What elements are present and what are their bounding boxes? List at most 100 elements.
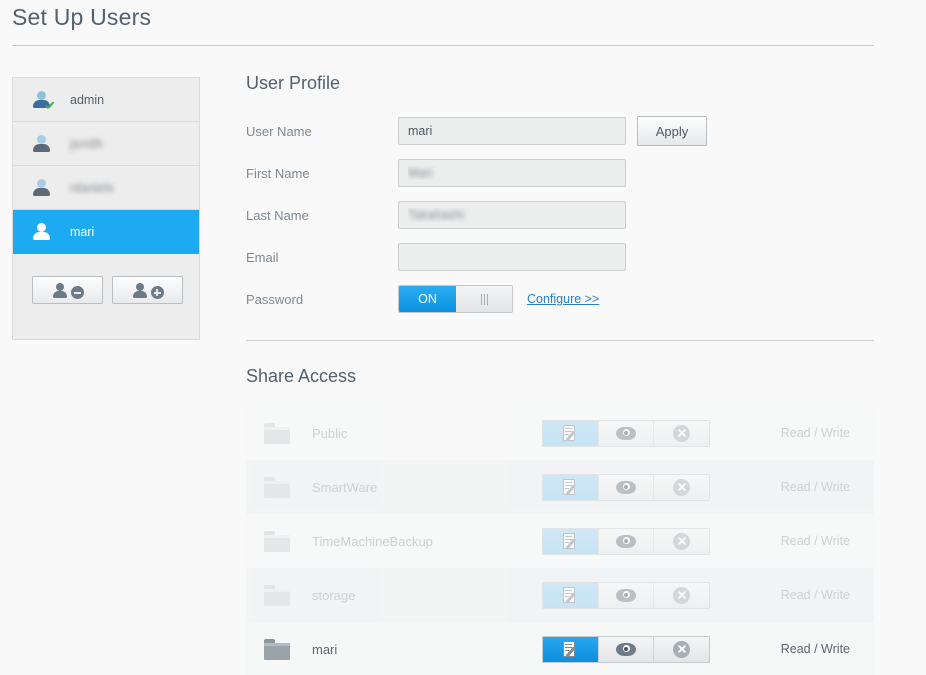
user-list-item[interactable]: rdaniels (13, 166, 199, 210)
permission-write-button[interactable] (543, 474, 599, 500)
write-icon (562, 478, 578, 496)
permission-write-button[interactable] (543, 528, 599, 554)
field-label: Email (246, 249, 279, 265)
share-access-list: Public Read / Write SmartWare Read / Write T… (246, 406, 874, 675)
verified-check-icon (44, 101, 55, 112)
remove-user-button[interactable] (32, 276, 103, 304)
permission-write-button[interactable] (543, 636, 599, 662)
access-level-label: Read / Write (780, 480, 850, 494)
form-row: Email (246, 236, 874, 278)
permission-deny-button[interactable] (654, 582, 709, 608)
page-title: Set Up Users (12, 4, 152, 30)
permission-read-button[interactable] (598, 582, 655, 608)
eye-icon (616, 480, 636, 494)
apply-button[interactable]: Apply (637, 116, 707, 146)
permission-deny-button[interactable] (654, 636, 709, 662)
deny-icon (673, 586, 691, 604)
user-list-item-label: mari (70, 224, 95, 239)
write-icon (562, 586, 578, 604)
access-level-label: Read / Write (780, 642, 850, 656)
permission-group (542, 581, 710, 609)
permission-group (542, 527, 710, 555)
password-toggle[interactable]: ON (398, 285, 513, 313)
deny-icon (673, 478, 691, 496)
user-list-item[interactable]: mari (13, 210, 199, 254)
access-level-label: Read / Write (780, 588, 850, 602)
folder-icon (264, 476, 290, 498)
user-profile-title: User Profile (246, 73, 341, 93)
form-row: First Name (246, 152, 874, 194)
permission-deny-button[interactable] (654, 528, 709, 554)
section-divider (246, 340, 874, 341)
user-list: admin jsmith rdaniels mari (12, 77, 200, 254)
add-user-button[interactable] (112, 276, 183, 304)
permission-read-button[interactable] (598, 636, 655, 662)
folder-icon (264, 584, 290, 606)
share-access-row[interactable]: Public Read / Write (246, 406, 874, 460)
person-icon (52, 282, 68, 299)
field-label: First Name (246, 165, 310, 181)
deny-icon (673, 424, 691, 442)
share-name: SmartWare (312, 479, 378, 495)
permission-group (542, 473, 710, 501)
permission-write-button[interactable] (543, 420, 599, 446)
permission-read-button[interactable] (598, 528, 655, 554)
configure-password-link[interactable]: Configure >> (527, 292, 599, 306)
user-list-item[interactable]: jsmith (13, 122, 199, 166)
share-access-row[interactable]: storage Read / Write (246, 568, 874, 622)
toggle-handle[interactable] (456, 286, 512, 312)
permission-write-button[interactable] (543, 582, 599, 608)
field-input[interactable] (398, 201, 626, 229)
deny-icon (673, 532, 691, 550)
permission-group (542, 635, 710, 663)
permission-deny-button[interactable] (654, 420, 709, 446)
share-access-title: Share Access (246, 366, 357, 386)
password-row: Password ON Configure >> (246, 278, 874, 320)
share-access-row[interactable]: mari Read / Write (246, 622, 874, 675)
share-access-row[interactable]: TimeMachineBackup Read / Write (246, 514, 874, 568)
user-avatar-icon (31, 132, 53, 156)
write-icon (562, 532, 578, 550)
write-icon (562, 424, 578, 442)
field-input[interactable] (398, 117, 626, 145)
user-list-item-label: admin (70, 92, 105, 107)
form-row: User Name Apply (246, 110, 874, 152)
user-list-item-label: jsmith (70, 136, 103, 151)
folder-icon (264, 530, 290, 552)
share-name: Public (312, 425, 348, 441)
user-avatar-icon (31, 176, 53, 200)
permission-group (542, 419, 710, 447)
field-label: User Name (246, 123, 312, 139)
deny-icon (673, 640, 691, 658)
permission-read-button[interactable] (598, 474, 655, 500)
field-label: Last Name (246, 207, 309, 223)
write-icon (562, 640, 578, 658)
access-level-label: Read / Write (780, 534, 850, 548)
share-name: mari (312, 641, 338, 657)
eye-icon (616, 642, 636, 656)
eye-icon (616, 588, 636, 602)
permission-read-button[interactable] (598, 420, 655, 446)
share-name: TimeMachineBackup (312, 533, 433, 549)
share-access-row[interactable]: SmartWare Read / Write (246, 460, 874, 514)
form-row: Last Name (246, 194, 874, 236)
field-input[interactable] (398, 159, 626, 187)
main-content: User Profile User Name Apply First Name Las… (246, 73, 874, 675)
user-list-item-label: rdaniels (70, 180, 114, 195)
minus-icon (70, 286, 84, 299)
user-avatar-icon (31, 220, 53, 244)
user-profile-form: User Name Apply First Name Last Name Email (246, 110, 874, 278)
user-list-item[interactable]: admin (13, 78, 199, 122)
permission-deny-button[interactable] (654, 474, 709, 500)
folder-icon (264, 638, 290, 660)
eye-icon (616, 534, 636, 548)
person-icon (132, 282, 148, 299)
field-input[interactable] (398, 243, 626, 271)
header-divider (12, 45, 874, 46)
access-level-label: Read / Write (780, 426, 850, 440)
share-name: storage (312, 587, 356, 603)
password-toggle-state: ON (399, 286, 456, 312)
folder-icon (264, 422, 290, 444)
eye-icon (616, 426, 636, 440)
plus-icon (150, 286, 164, 299)
